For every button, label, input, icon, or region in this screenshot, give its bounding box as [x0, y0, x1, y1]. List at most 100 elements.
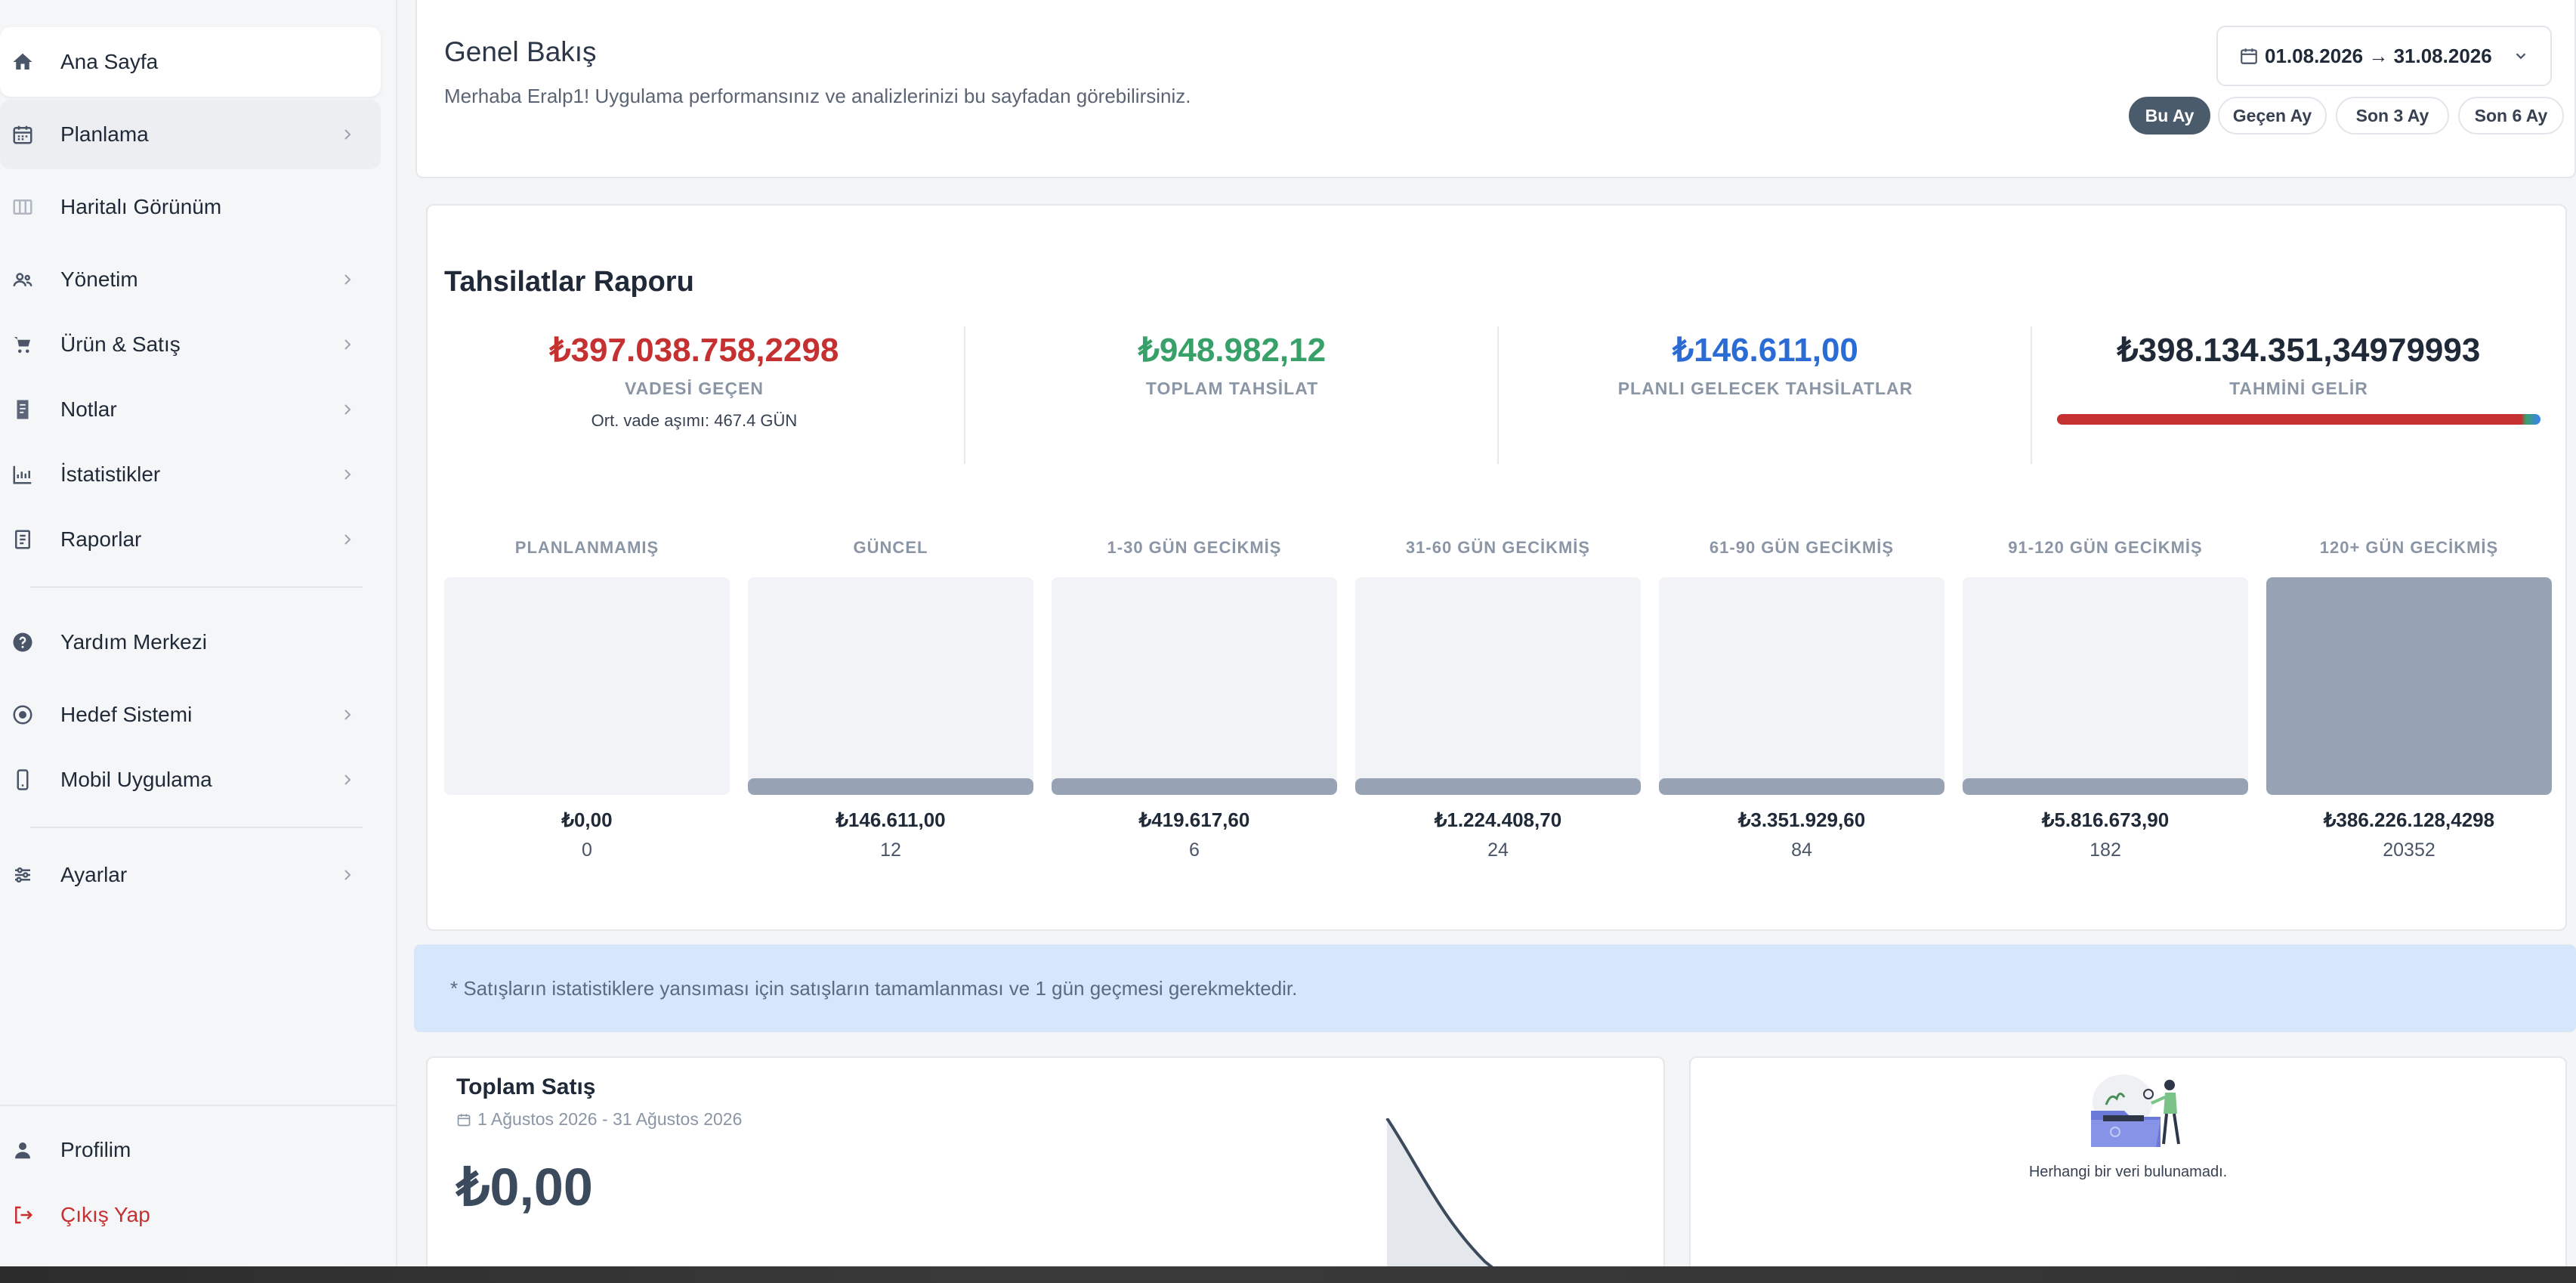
sidebar-item-label: Mobil Uygulama — [60, 768, 212, 791]
chevron-right-icon — [344, 274, 351, 285]
sales-date-range: 1 Ağustos 2026 - 31 Ağustos 2026 — [456, 1109, 742, 1130]
revenue-progress-bar — [2057, 414, 2540, 425]
range-button-last-month[interactable]: Geçen Ay — [2218, 97, 2327, 134]
report-icon — [0, 517, 45, 562]
sidebar-item-planlama[interactable]: Planlama — [0, 100, 381, 169]
bucket-fill — [1355, 778, 1641, 795]
range-button-this-month[interactable]: Bu Ay — [2129, 97, 2210, 134]
bucket-bar[interactable] — [1052, 577, 1337, 795]
sidebar-item-label: Notlar — [60, 397, 117, 421]
sidebar-item-ana-sayfa[interactable]: Ana Sayfa — [0, 27, 381, 97]
sidebar-item-urun-satis[interactable]: Ürün & Satış — [0, 310, 381, 379]
bucket-bar[interactable] — [1355, 577, 1641, 795]
date-range-picker[interactable]: 01.08.2026 → 31.08.2026 — [2216, 26, 2552, 86]
sidebar-item-label: Yardım Merkezi — [60, 630, 207, 654]
calendar-icon — [0, 112, 45, 157]
chevron-right-icon — [344, 404, 351, 415]
chevron-right-icon — [344, 129, 351, 140]
aging-bucket: 91-120 GÜN GECİKMİŞ ₺5.816.673,90 182 — [1963, 538, 2248, 861]
bucket-amount: ₺5.816.673,90 — [2041, 808, 2170, 831]
mobile-icon — [0, 757, 45, 802]
bucket-fill — [1052, 778, 1337, 795]
sidebar-item-label: Hedef Sistemi — [60, 703, 193, 726]
logout-button[interactable]: Çıkış Yap — [0, 1180, 381, 1250]
sidebar-item-hedef-sistemi[interactable]: Hedef Sistemi — [0, 680, 381, 750]
sidebar-item-label: İstatistikler — [60, 462, 161, 486]
kpi-planned-future: ₺146.611,00 PLANLI GELECEK TAHSİLATLAR — [1499, 326, 2032, 464]
sidebar-item-haritali-gorunum[interactable]: Haritalı Görünüm — [0, 172, 381, 242]
logout-icon — [0, 1192, 45, 1238]
sidebar-item-ayarlar[interactable]: Ayarlar — [0, 840, 381, 910]
bucket-amount: ₺419.617,60 — [1138, 808, 1250, 831]
sidebar-item-label: Ayarlar — [60, 863, 128, 886]
calendar-icon — [457, 1114, 471, 1126]
sidebar: Ana Sayfa Planlama Haritalı Görünüm Yöne… — [0, 0, 397, 1283]
bucket-count: 0 — [582, 839, 592, 861]
note-icon — [0, 387, 45, 432]
bucket-bar[interactable] — [1963, 577, 2248, 795]
chevron-right-icon — [344, 774, 351, 785]
overview-header: Genel Bakış Merhaba Eralp1! Uygulama per… — [415, 0, 2576, 178]
page-subtitle: Merhaba Eralp1! Uygulama performansınız … — [444, 85, 1191, 107]
sidebar-item-notlar[interactable]: Notlar — [0, 375, 381, 444]
sales-title: Toplam Satış — [456, 1074, 596, 1099]
bucket-amount: ₺386.226.128,4298 — [2323, 808, 2495, 831]
bucket-fill — [1659, 778, 1944, 795]
bucket-bar[interactable] — [2266, 577, 2552, 795]
range-button-last-3-months[interactable]: Son 3 Ay — [2336, 97, 2449, 134]
bucket-label: GÜNCEL — [853, 538, 928, 557]
sidebar-item-mobil-uygulama[interactable]: Mobil Uygulama — [0, 745, 381, 815]
bucket-fill — [1963, 778, 2248, 795]
logout-label: Çıkış Yap — [60, 1203, 150, 1226]
bucket-fill — [748, 778, 1033, 795]
sidebar-divider — [30, 586, 363, 588]
kpi-value: ₺146.611,00 — [1673, 332, 1858, 369]
kpi-label: PLANLI GELECEK TAHSİLATLAR — [1617, 379, 1913, 398]
sidebar-item-label: Planlama — [60, 122, 149, 146]
sidebar-item-raporlar[interactable]: Raporlar — [0, 505, 381, 574]
sidebar-item-istatistikler[interactable]: İstatistikler — [0, 440, 381, 509]
sales-sparkline — [1385, 1118, 1520, 1283]
target-icon — [0, 692, 45, 737]
sparkline-area — [1387, 1118, 1517, 1283]
taskbar-strip — [0, 1266, 2576, 1283]
sales-range-text: 1 Ağustos 2026 - 31 Ağustos 2026 — [477, 1109, 743, 1129]
sales-value: ₺0,00 — [456, 1158, 593, 1217]
bucket-bar[interactable] — [444, 577, 730, 795]
bucket-count: 182 — [2090, 839, 2121, 861]
bucket-label: 61-90 GÜN GECİKMİŞ — [1709, 538, 1895, 557]
aging-bucket: 1-30 GÜN GECİKMİŞ ₺419.617,60 6 — [1052, 538, 1337, 861]
bucket-bar[interactable] — [1659, 577, 1944, 795]
sidebar-item-yonetim[interactable]: Yönetim — [0, 245, 381, 314]
chart-icon — [0, 452, 45, 497]
aging-bucket: 120+ GÜN GECİKMİŞ ₺386.226.128,4298 2035… — [2266, 538, 2552, 861]
page-title: Genel Bakış — [444, 36, 597, 67]
sidebar-item-profilim[interactable]: Profilim — [0, 1115, 381, 1185]
empty-folder-illustration — [2091, 1074, 2180, 1147]
bucket-count: 24 — [1487, 839, 1509, 861]
bucket-count: 84 — [1791, 839, 1812, 861]
bucket-label: 31-60 GÜN GECİKMİŞ — [1405, 538, 1591, 557]
map-icon — [0, 184, 45, 230]
kpi-label: TOPLAM TAHSİLAT — [1145, 379, 1319, 398]
empty-state-card: Herhangi bir veri bulunamadı. — [1689, 1056, 2567, 1283]
calendar-icon — [2241, 48, 2257, 64]
aging-bucket: 31-60 GÜN GECİKMİŞ ₺1.224.408,70 24 — [1355, 538, 1641, 861]
kpi-overdue: ₺397.038.758,2298 VADESİ GEÇEN Ort. vade… — [428, 326, 961, 464]
bucket-count: 12 — [880, 839, 901, 861]
kpi-label: VADESİ GEÇEN — [624, 379, 764, 398]
sidebar-divider — [30, 827, 363, 828]
chevron-right-icon — [344, 710, 351, 720]
bucket-bar[interactable] — [748, 577, 1033, 795]
collections-title: Tahsilatlar Raporu — [444, 266, 694, 298]
help-icon — [0, 620, 45, 665]
kpi-total-collection: ₺948.982,12 TOPLAM TAHSİLAT — [965, 326, 1499, 464]
sidebar-item-label: Raporlar — [60, 527, 142, 551]
bucket-count: 20352 — [2383, 839, 2435, 861]
bucket-amount: ₺146.611,00 — [836, 808, 946, 831]
sidebar-item-label: Ürün & Satış — [60, 332, 181, 356]
sidebar-item-yardim-merkezi[interactable]: Yardım Merkezi — [0, 607, 381, 677]
chevron-right-icon — [344, 469, 351, 480]
bucket-fill — [2266, 577, 2552, 795]
range-button-last-6-months[interactable]: Son 6 Ay — [2458, 97, 2564, 134]
